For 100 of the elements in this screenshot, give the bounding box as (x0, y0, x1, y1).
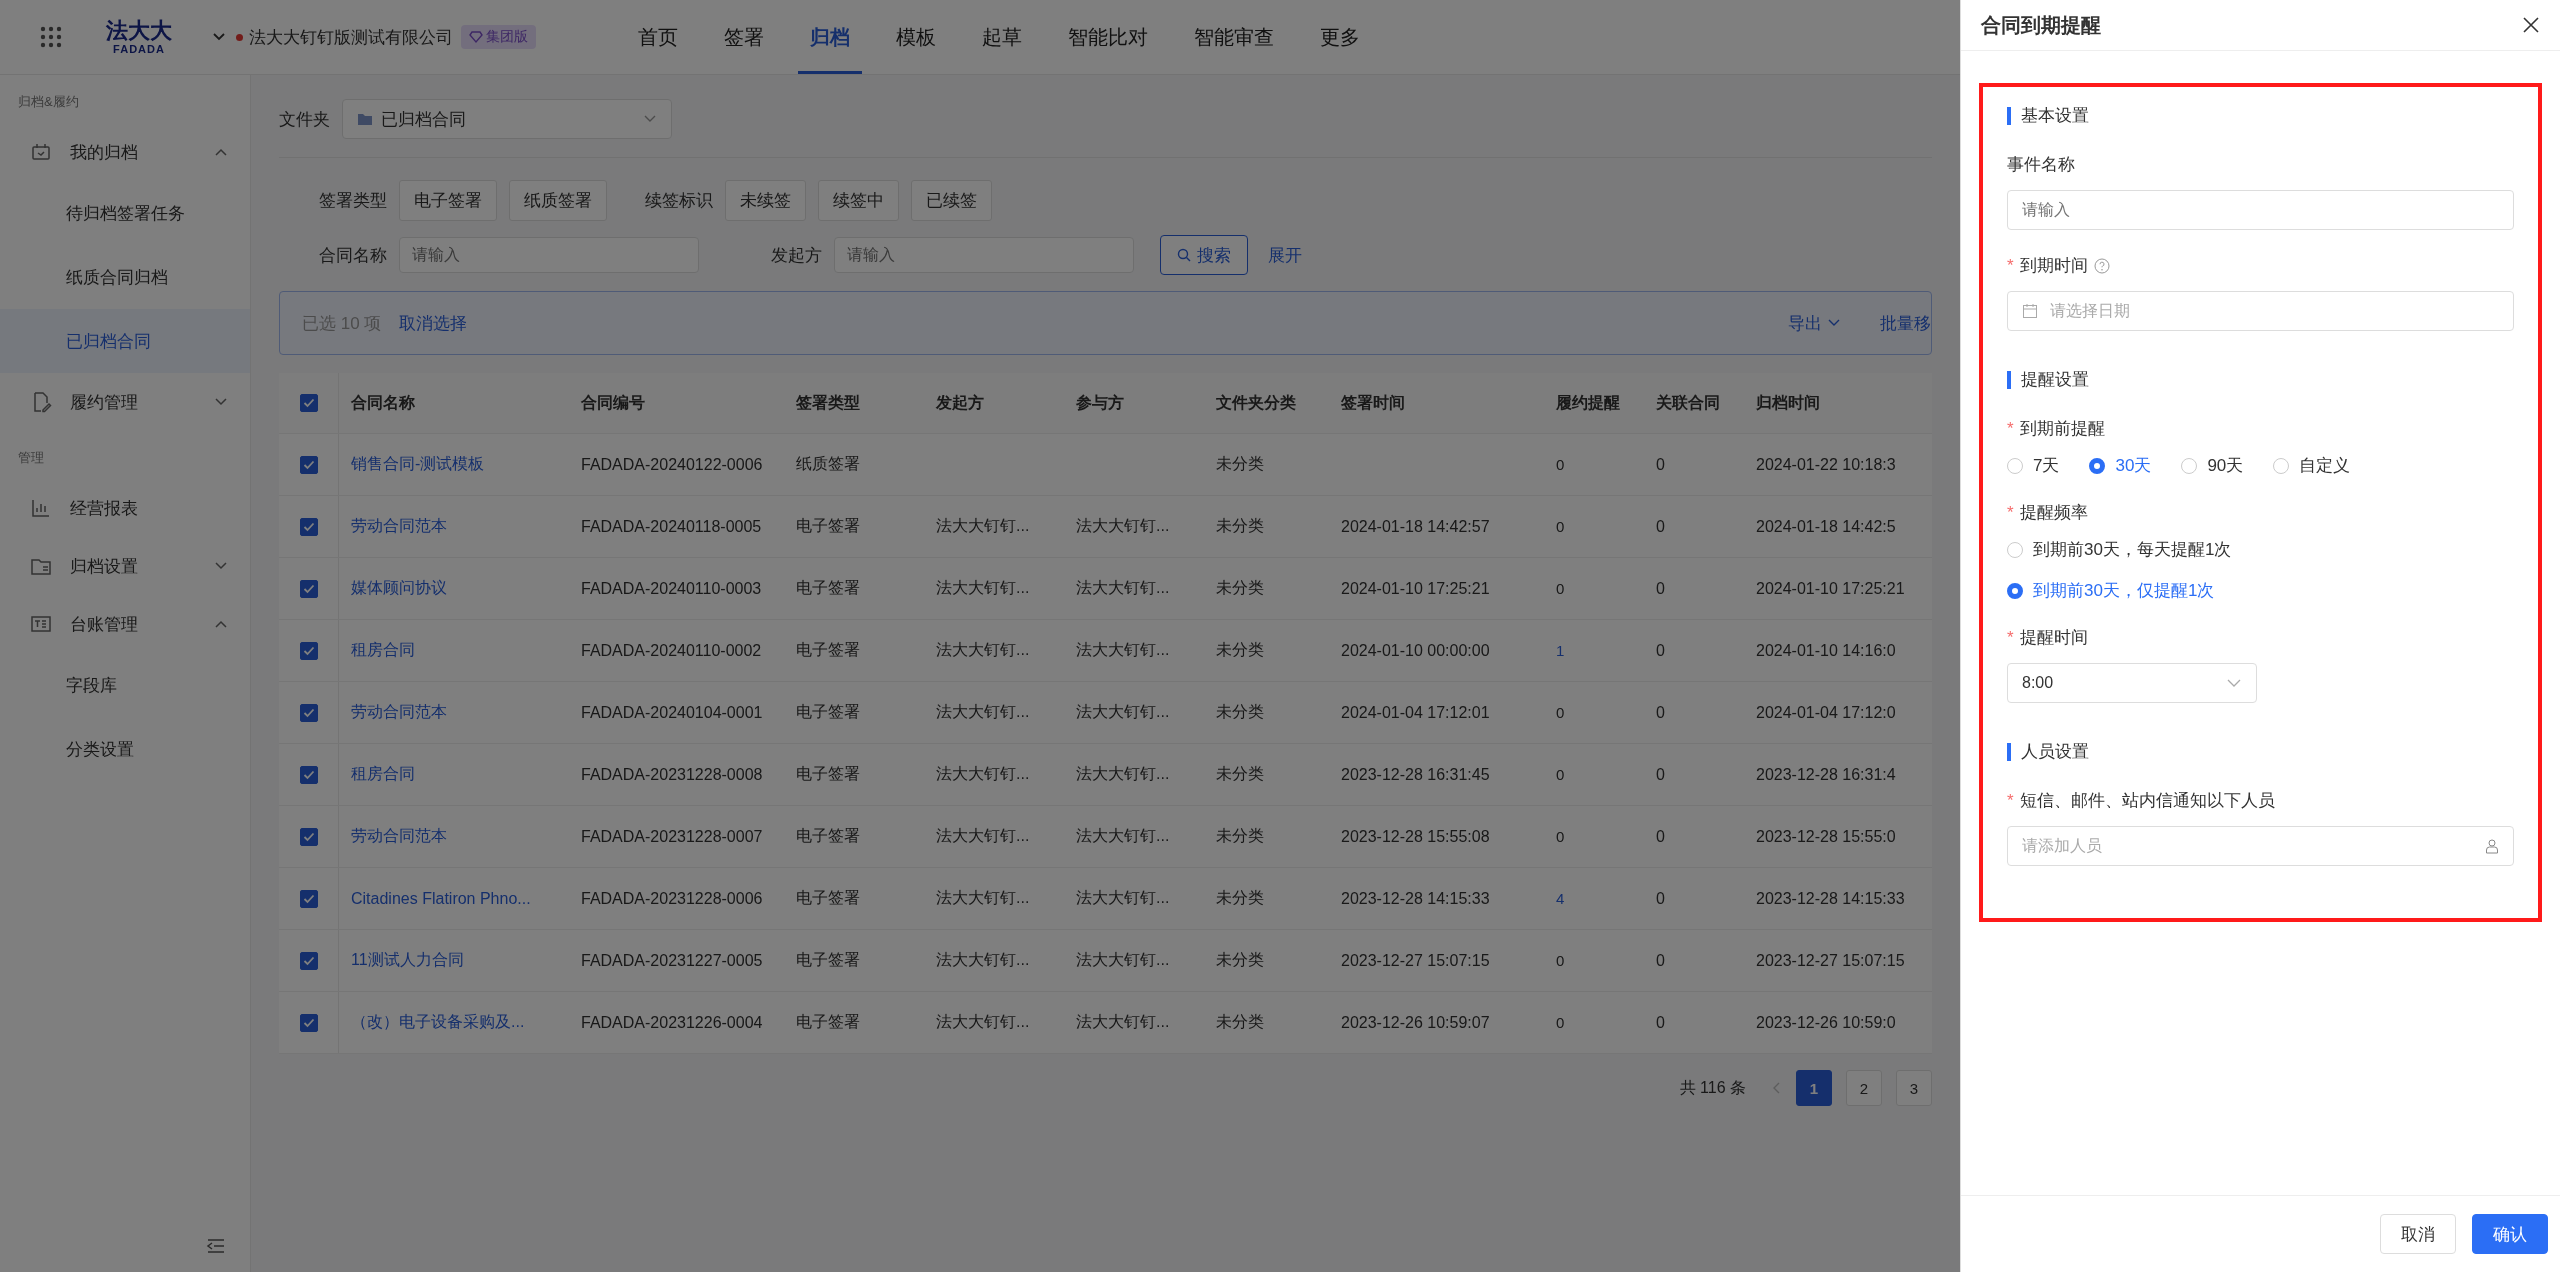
table-cell-text: 电子签署 (795, 640, 861, 660)
people-picker[interactable]: 请添加人员 (2007, 826, 2514, 866)
nav-tab[interactable]: 更多 (1308, 0, 1372, 74)
contract-link[interactable]: 媒体顾问协议 (339, 578, 569, 599)
nav-tab[interactable]: 起草 (970, 0, 1034, 74)
folder-label: 文件夹 (279, 108, 330, 131)
folder-select[interactable]: 已归档合同 (342, 99, 672, 139)
radio-option[interactable]: 到期前30天，每天提醒1次 (2007, 538, 2514, 561)
page-button[interactable]: 2 (1846, 1070, 1882, 1106)
submenu-item[interactable]: 字段库 (0, 653, 250, 717)
chevron-icon (214, 561, 228, 571)
row-checkbox[interactable] (299, 1013, 318, 1032)
radio-option[interactable]: 到期前30天，仅提醒1次 (2007, 579, 2514, 602)
filter-tag[interactable]: 续签中 (818, 180, 899, 221)
table-cell-text: 电子签署 (795, 702, 861, 722)
text-input[interactable]: 请输入 (2007, 190, 2514, 230)
export-button[interactable]: 导出 (1788, 311, 1840, 335)
filter-tag[interactable]: 已续签 (911, 180, 992, 221)
radio-option[interactable]: 自定义 (2273, 454, 2351, 477)
chevron-icon (643, 114, 657, 124)
required-mark: * (2007, 502, 2014, 523)
row-checkbox[interactable] (299, 455, 318, 474)
table-cell-text: 纸质签署 (795, 454, 861, 474)
column-header: 合同名称 (350, 392, 416, 413)
contract-link[interactable]: 劳动合同范本 (339, 516, 569, 537)
nav-tab[interactable]: 归档 (798, 0, 862, 74)
required-mark: * (2007, 255, 2014, 276)
checkmark-icon (302, 769, 315, 780)
time-select[interactable]: 8:00 (2007, 663, 2257, 703)
nav-tab[interactable]: 首页 (626, 0, 690, 74)
contract-link[interactable]: 劳动合同范本 (339, 826, 569, 847)
contract-link[interactable]: Citadines Flatiron Phno... (339, 889, 569, 908)
row-checkbox[interactable] (299, 765, 318, 784)
row-checkbox[interactable] (299, 517, 318, 536)
contract-link[interactable]: （改）电子设备采购及... (339, 1012, 569, 1033)
filter-input[interactable]: 请输入 (834, 237, 1134, 273)
table-cell-text: 法大大钉钉... (1075, 578, 1171, 598)
contract-link[interactable]: 销售合同-测试模板 (339, 454, 569, 475)
date-picker[interactable]: 请选择日期 (2007, 291, 2514, 331)
batch-action-button[interactable]: 批量移 (1880, 311, 1931, 335)
checkmark-icon (302, 831, 315, 842)
radio-option[interactable]: 30天 (2089, 454, 2152, 477)
required-mark: * (2007, 627, 2014, 648)
filter-input[interactable]: 请输入 (399, 237, 699, 273)
nav-tab[interactable]: 智能审查 (1182, 0, 1286, 74)
filter-tag[interactable]: 纸质签署 (509, 180, 607, 221)
column-header: 发起方 (935, 392, 985, 413)
person-icon (2485, 838, 2499, 854)
row-checkbox[interactable] (299, 827, 318, 846)
table-cell-text: 2023-12-28 14:15:33 (1755, 889, 1906, 908)
table-cell-text: 法大大钉钉... (935, 578, 1031, 598)
filter-tag[interactable]: 电子签署 (399, 180, 497, 221)
table-cell-text: 法大大钉钉... (1075, 888, 1171, 908)
table-cell-text: 法大大钉钉... (1075, 764, 1171, 784)
page-button[interactable]: 3 (1896, 1070, 1932, 1106)
row-checkbox[interactable] (299, 641, 318, 660)
select-all-checkbox[interactable] (299, 394, 318, 412)
confirm-button[interactable]: 确认 (2472, 1214, 2548, 1254)
company-name[interactable]: 法大大钉钉版测试有限公司 (249, 25, 453, 49)
row-checkbox[interactable] (299, 951, 318, 970)
submenu-item[interactable]: 分类设置 (0, 717, 250, 781)
submenu-item[interactable]: 待归档签署任务 (0, 181, 250, 245)
contract-link[interactable]: 11测试人力合同 (339, 950, 569, 971)
table-icon (30, 613, 52, 635)
column-header: 签署类型 (795, 392, 861, 413)
app-grid-icon[interactable] (40, 26, 62, 48)
submenu-item[interactable]: 已归档合同 (0, 309, 250, 373)
row-checkbox[interactable] (299, 889, 318, 908)
expand-link[interactable]: 展开 (1268, 243, 1302, 267)
page-button[interactable]: 1 (1796, 1070, 1832, 1106)
menu-item[interactable]: 经营报表 (0, 479, 250, 537)
menu-item[interactable]: 履约管理 (0, 373, 250, 431)
radio-option[interactable]: 90天 (2181, 454, 2244, 477)
table-cell-text: 法大大钉钉... (935, 764, 1031, 784)
contract-link[interactable]: 租房合同 (339, 640, 569, 661)
nav-tab[interactable]: 模板 (884, 0, 948, 74)
clear-selection-link[interactable]: 取消选择 (399, 311, 468, 335)
help-icon[interactable] (2093, 257, 2110, 274)
menu-item[interactable]: 台账管理 (0, 595, 250, 653)
nav-tab[interactable]: 智能比对 (1056, 0, 1160, 74)
reminder-link[interactable]: 4 (1544, 890, 1644, 907)
cancel-button[interactable]: 取消 (2380, 1214, 2456, 1254)
menu-item[interactable]: 我的归档 (0, 123, 250, 181)
reminder-link[interactable]: 1 (1544, 642, 1644, 659)
caret-icon[interactable] (212, 32, 226, 42)
row-checkbox[interactable] (299, 703, 318, 722)
contract-link[interactable]: 租房合同 (339, 764, 569, 785)
radio-option[interactable]: 7天 (2007, 454, 2060, 477)
filter-tag[interactable]: 未续签 (725, 180, 806, 221)
contract-link[interactable]: 劳动合同范本 (339, 702, 569, 723)
submenu-item[interactable]: 纸质合同归档 (0, 245, 250, 309)
menu-item[interactable]: 归档设置 (0, 537, 250, 595)
search-button[interactable]: 搜索 (1160, 235, 1248, 275)
table-cell-text: 0 (1555, 766, 1566, 783)
collapse-sidebar-icon[interactable] (206, 1238, 226, 1254)
row-checkbox[interactable] (299, 579, 318, 598)
nav-tab[interactable]: 签署 (712, 0, 776, 74)
section-title: 基本设置 (2007, 107, 2514, 125)
table-cell-text: FADADA-20240122-0006 (580, 455, 764, 474)
close-icon[interactable] (2522, 16, 2540, 34)
